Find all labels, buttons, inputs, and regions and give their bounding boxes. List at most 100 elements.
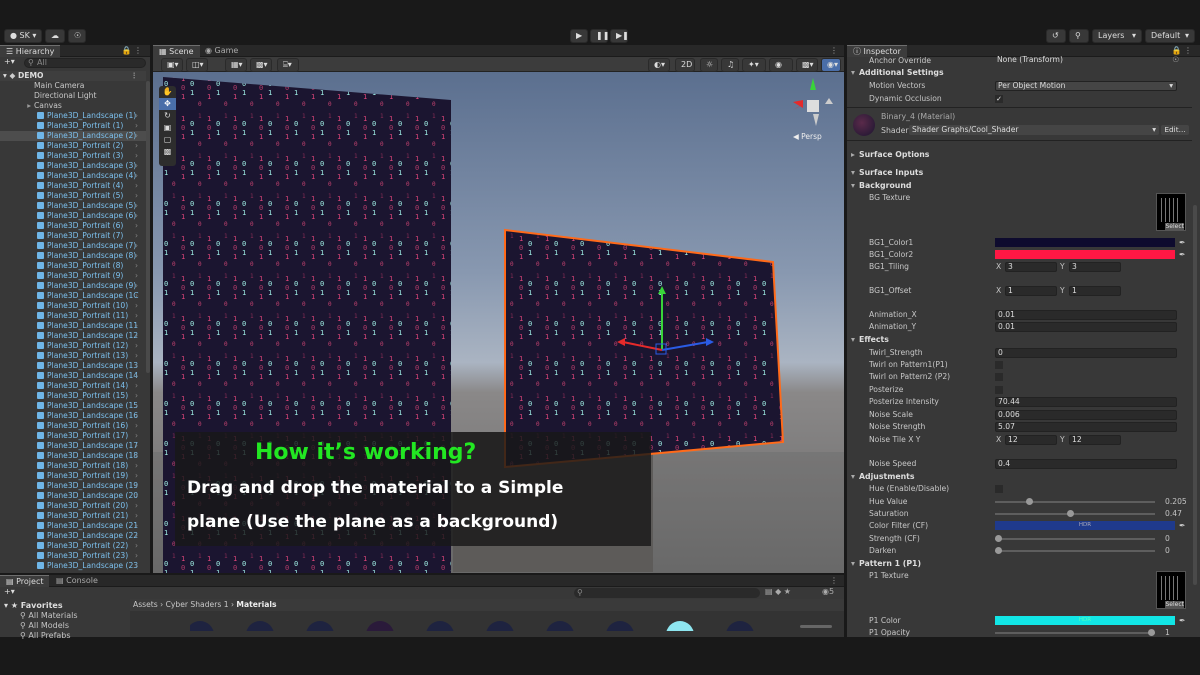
hierarchy-item[interactable]: Main Camera: [0, 81, 146, 91]
hierarchy-item[interactable]: Plane3D_Portrait (2) ›: [0, 141, 146, 151]
motion-dropdown[interactable]: Per Object Motion ▾: [995, 81, 1177, 91]
hue-enable-checkbox[interactable]: [995, 485, 1003, 493]
p1-texture-slot[interactable]: Select: [1156, 571, 1186, 609]
eyedropper-icon[interactable]: ✒: [1179, 520, 1185, 532]
hierarchy-item[interactable]: Plane3D_Landscape (6) ›: [0, 211, 146, 221]
slider-knob[interactable]: [1066, 510, 1074, 517]
noise-speed-field[interactable]: 0.4: [995, 459, 1177, 469]
posterize-checkbox[interactable]: [995, 386, 1003, 394]
hierarchy-item[interactable]: Plane3D_Portrait (22) ›: [0, 541, 146, 551]
strength-slider[interactable]: [995, 535, 1155, 542]
scene-viewport[interactable]: 1 0 1 0 1 1 0: [153, 72, 844, 573]
breadcrumb-current[interactable]: Materials: [236, 600, 276, 609]
hue-value[interactable]: 0.205: [1165, 496, 1187, 508]
hierarchy-item[interactable]: Plane3D_Landscape (4) ›: [0, 171, 146, 181]
chevron-right-icon[interactable]: ›: [135, 451, 138, 461]
hierarchy-item[interactable]: Plane3D_Landscape (20 ›: [0, 491, 146, 501]
saturation-value[interactable]: 0.47: [1165, 508, 1182, 520]
hierarchy-item[interactable]: Plane3D_Portrait (20) ›: [0, 501, 146, 511]
chevron-right-icon[interactable]: ›: [135, 271, 138, 281]
posterize-intensity-field[interactable]: 70.44: [995, 397, 1177, 407]
hierarchy-item[interactable]: Plane3D_Portrait (17) ›: [0, 431, 146, 441]
chevron-right-icon[interactable]: ›: [135, 331, 138, 341]
p1-opacity-value[interactable]: 1: [1165, 627, 1170, 637]
tiling-y-field[interactable]: 3: [1069, 262, 1121, 272]
effects-header[interactable]: ▾ Effects: [847, 334, 1192, 346]
bg1-color2-swatch[interactable]: [995, 250, 1175, 259]
chevron-right-icon[interactable]: ›: [135, 221, 138, 231]
thumbnail-size-slider[interactable]: [800, 625, 832, 628]
render-mode-icon[interactable]: ◫▾: [186, 58, 208, 72]
chevron-right-icon[interactable]: ›: [135, 251, 138, 261]
filter-icons[interactable]: ▤ ◆ ★: [765, 587, 791, 596]
hierarchy-item[interactable]: Plane3D_Portrait (14) ›: [0, 381, 146, 391]
hierarchy-item[interactable]: Plane3D_Landscape (13 ›: [0, 361, 146, 371]
chevron-right-icon[interactable]: ›: [135, 321, 138, 331]
breadcrumb-item[interactable]: Cyber Shaders 1: [166, 600, 229, 609]
hierarchy-item[interactable]: Plane3D_Portrait (13) ›: [0, 351, 146, 361]
darken-value[interactable]: 0: [1165, 545, 1170, 557]
chevron-right-icon[interactable]: ›: [135, 211, 138, 221]
chevron-right-icon[interactable]: ›: [135, 551, 138, 561]
chevron-right-icon[interactable]: ›: [135, 431, 138, 441]
twirl-p2-checkbox[interactable]: [995, 373, 1003, 381]
chevron-right-icon[interactable]: ›: [135, 561, 138, 571]
offset-y-field[interactable]: 1: [1069, 286, 1121, 296]
chevron-right-icon[interactable]: ›: [135, 461, 138, 471]
chevron-right-icon[interactable]: ›: [135, 391, 138, 401]
chevron-right-icon[interactable]: ›: [135, 491, 138, 501]
material-thumbnails[interactable]: [190, 621, 790, 631]
draw-mode-icon[interactable]: ▣▾: [161, 58, 183, 72]
p1-opacity-slider[interactable]: [995, 629, 1155, 636]
hierarchy-item[interactable]: Plane3D_Portrait (3) ›: [0, 151, 146, 161]
pattern1-header[interactable]: ▾ Pattern 1 (P1): [847, 558, 1192, 570]
hierarchy-item[interactable]: Plane3D_Portrait (1) ›: [0, 121, 146, 131]
chevron-right-icon[interactable]: ›: [135, 301, 138, 311]
chevron-right-icon[interactable]: ›: [135, 171, 138, 181]
pause-button[interactable]: ❚❚: [590, 29, 609, 43]
account-dropdown[interactable]: ● SK ▾: [4, 29, 42, 43]
hierarchy-item[interactable]: Directional Light: [0, 91, 146, 101]
chevron-right-icon[interactable]: ›: [135, 371, 138, 381]
hierarchy-item[interactable]: Plane3D_Portrait (9) ›: [0, 271, 146, 281]
menu-icon[interactable]: ⋮: [130, 71, 138, 81]
hierarchy-item[interactable]: Plane3D_Landscape (22 ›: [0, 531, 146, 541]
breadcrumb-item[interactable]: Assets: [133, 600, 158, 609]
offset-x-field[interactable]: 1: [1005, 286, 1057, 296]
transform-tool-icon[interactable]: ▩: [159, 146, 176, 158]
chevron-right-icon[interactable]: ›: [135, 521, 138, 531]
project-add-icon[interactable]: +▾: [4, 587, 15, 596]
layers-dropdown[interactable]: Layers ▾: [1092, 29, 1142, 43]
bg1-color1-swatch[interactable]: [995, 238, 1175, 247]
layout-dropdown[interactable]: Default ▾: [1145, 29, 1195, 43]
noise-scale-field[interactable]: 0.006: [995, 410, 1177, 420]
hierarchy-item[interactable]: Plane3D_Landscape (18 ›: [0, 451, 146, 461]
hierarchy-item[interactable]: Plane3D_Portrait (12) ›: [0, 341, 146, 351]
hierarchy-item[interactable]: Plane3D_Landscape (1) ›: [0, 111, 146, 121]
rotate-tool-icon[interactable]: ↻: [159, 110, 176, 122]
inspector-scrollbar[interactable]: [1193, 205, 1197, 585]
chevron-right-icon[interactable]: ›: [135, 111, 138, 121]
hierarchy-item[interactable]: Plane3D_Landscape (2) ›: [0, 131, 146, 141]
chevron-right-icon[interactable]: ›: [135, 531, 138, 541]
grid-icon[interactable]: ▦▾: [225, 58, 247, 72]
surface-inputs-header[interactable]: ▾ Surface Inputs: [847, 167, 1192, 179]
hierarchy-scrollbar[interactable]: [146, 81, 150, 373]
audio-icon[interactable]: ♫: [721, 58, 739, 72]
hierarchy-item[interactable]: Plane3D_Portrait (5) ›: [0, 191, 146, 201]
bg-texture-slot[interactable]: Select: [1156, 193, 1186, 231]
chevron-right-icon[interactable]: ›: [135, 361, 138, 371]
orientation-gizmo[interactable]: [793, 78, 833, 126]
hierarchy-item[interactable]: Plane3D_Landscape (17 ›: [0, 441, 146, 451]
hierarchy-item[interactable]: Plane3D_Portrait (16) ›: [0, 421, 146, 431]
hierarchy-item[interactable]: Plane3D_Landscape (14 ›: [0, 371, 146, 381]
favorite-item[interactable]: ⚲ All Prefabs: [0, 631, 128, 641]
visibility-icon[interactable]: ◉: [769, 58, 793, 72]
select-label[interactable]: Select: [1165, 223, 1184, 230]
chevron-right-icon[interactable]: ›: [135, 341, 138, 351]
tab-project[interactable]: ▤ Project: [0, 575, 50, 587]
chevron-right-icon[interactable]: ›: [135, 141, 138, 151]
strength-value[interactable]: 0: [1165, 533, 1170, 545]
scene-menu-icon[interactable]: ⋮: [830, 45, 838, 57]
noise-tile-y-field[interactable]: 12: [1069, 435, 1121, 445]
